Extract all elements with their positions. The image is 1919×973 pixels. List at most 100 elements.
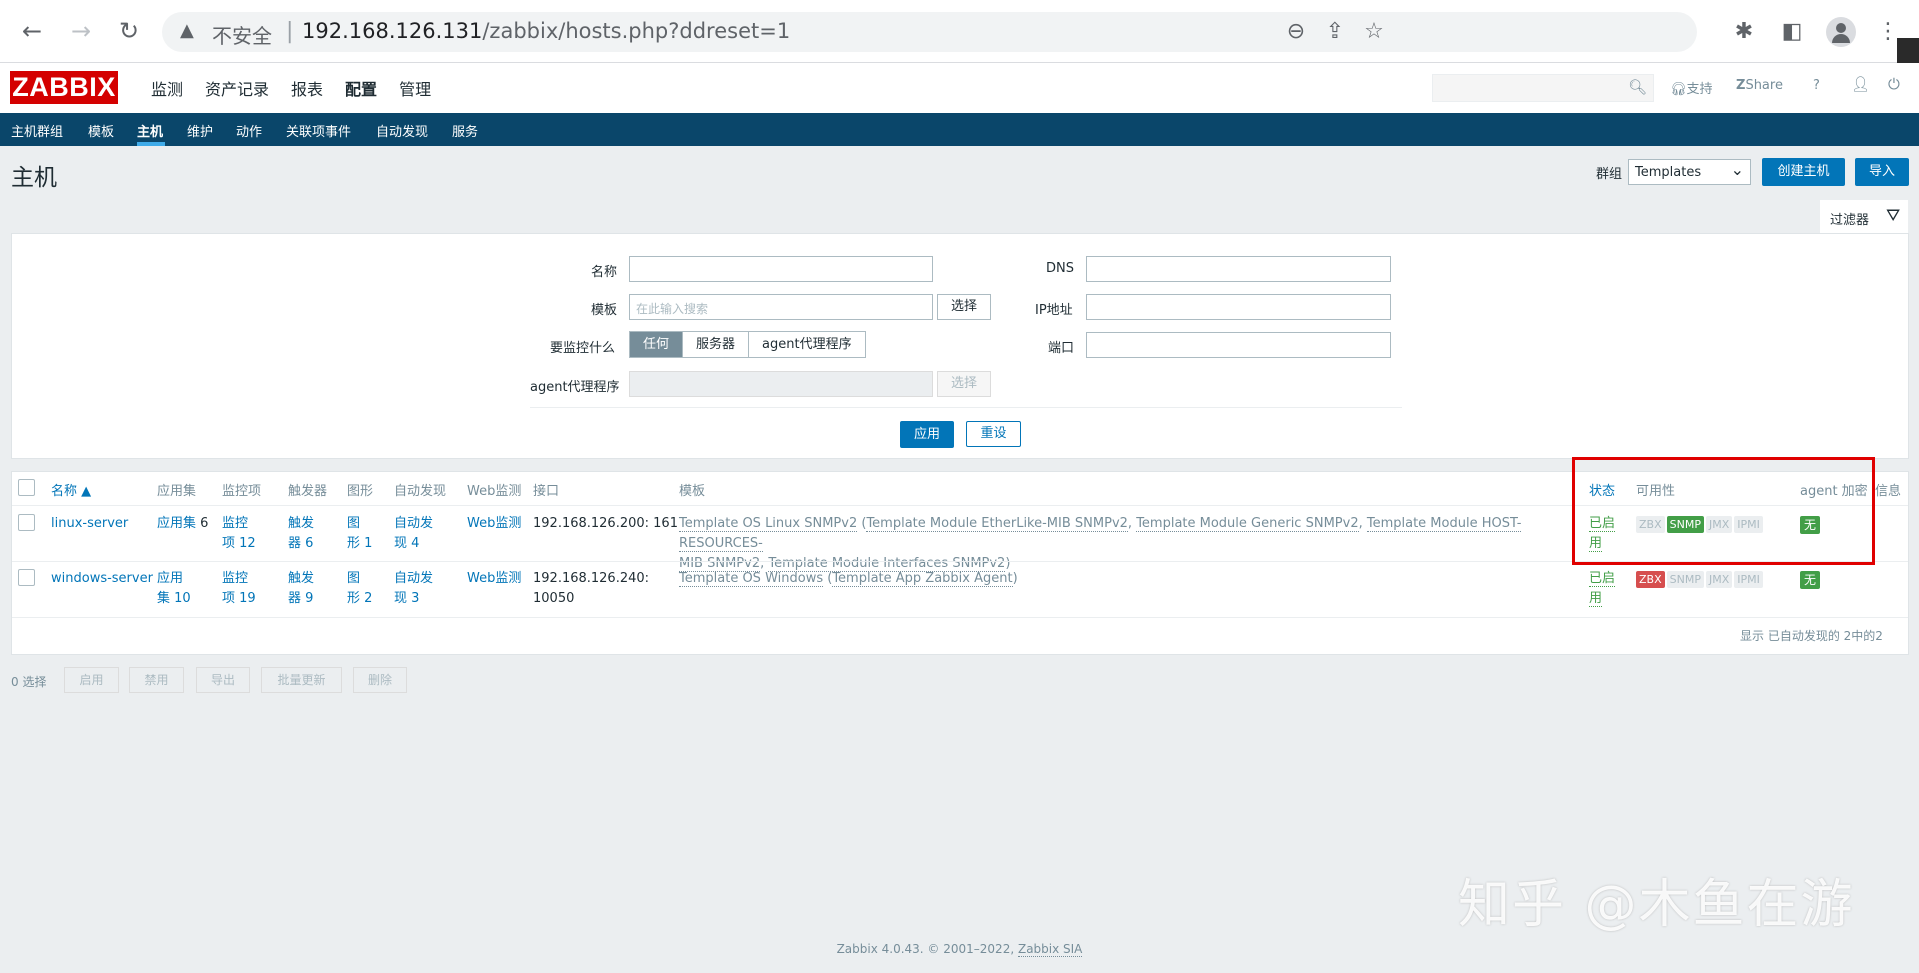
create-host-button[interactable]: 创建主机	[1762, 158, 1845, 186]
subnav-maintenance[interactable]: 维护	[187, 121, 213, 140]
status-line-1: 已启	[1589, 571, 1616, 587]
zoom-out-icon[interactable]: ⊖	[1282, 18, 1310, 46]
menu-monitoring[interactable]: 监测	[140, 76, 194, 100]
insecure-label[interactable]: 不安全	[212, 20, 272, 49]
web-link[interactable]: Web监测	[467, 514, 521, 534]
share-link[interactable]: ZShare	[1736, 78, 1783, 93]
template-link[interactable]: Template OS Linux SNMPv2	[679, 516, 858, 532]
filter-panel	[11, 233, 1909, 459]
subnav-discovery[interactable]: 自动发现	[376, 121, 428, 140]
discovery-line-2: 现 4	[394, 536, 420, 551]
col-items-header: 监控项	[222, 484, 262, 499]
reload-icon[interactable]: ↻	[114, 16, 144, 46]
items-link[interactable]: 监控项 19	[222, 569, 256, 609]
menu-reports[interactable]: 报表	[280, 76, 334, 100]
graphs-link[interactable]: 图形 1	[347, 514, 372, 554]
forward-icon[interactable]: →	[66, 16, 96, 46]
filter-tab[interactable]: 过滤器 ⛛	[1820, 200, 1908, 233]
discovery-link[interactable]: 自动发现 4	[394, 514, 433, 554]
subnav-correlation[interactable]: 关联项事件	[286, 121, 351, 140]
interface-line-1: 192.168.126.240:	[533, 571, 650, 586]
col-graphs-header: 图形	[347, 484, 374, 499]
filter-name-input[interactable]	[629, 256, 933, 282]
filter-port-input[interactable]	[1086, 332, 1391, 358]
items-link[interactable]: 监控项 12	[222, 514, 256, 554]
subnav-templates[interactable]: 模板	[88, 121, 114, 140]
row-checkbox[interactable]	[18, 569, 35, 586]
monitor-proxy-option[interactable]: agent代理程序	[749, 332, 865, 357]
triggers-line-1: 触发	[288, 571, 315, 586]
share-icon[interactable]: ⇪	[1321, 18, 1349, 46]
host-name-link[interactable]: linux-server	[51, 514, 128, 534]
menu-inventory[interactable]: 资产记录	[194, 76, 280, 100]
web-link[interactable]: Web监测	[467, 569, 521, 589]
triggers-link[interactable]: 触发器 6	[288, 514, 314, 554]
template-link[interactable]: Template Module Generic SNMPv2	[1136, 516, 1359, 532]
host-status[interactable]: 已启用	[1589, 569, 1616, 609]
select-all-checkbox[interactable]	[18, 479, 35, 496]
row-divider	[12, 617, 1908, 618]
subnav-actions[interactable]: 动作	[236, 121, 262, 140]
delete-button: 删除	[353, 667, 407, 693]
filter-dns-label: DNS	[1046, 261, 1074, 276]
filter-proxy-input	[629, 371, 933, 397]
url-text[interactable]: 192.168.126.131/zabbix/hosts.php?ddreset…	[302, 19, 790, 43]
sign-out-icon[interactable]: ⏻	[1888, 75, 1900, 93]
filter-proxy-label: agent代理程序	[530, 380, 620, 395]
reset-button[interactable]: 重设	[966, 421, 1021, 447]
search-icon[interactable]: 🔍︎	[1628, 78, 1647, 96]
filter-ip-input[interactable]	[1086, 294, 1391, 320]
host-name-link[interactable]: windows-server	[51, 569, 153, 589]
graphs-link[interactable]: 图形 2	[347, 569, 372, 609]
filter-template-input[interactable]: 在此输入搜索	[629, 294, 933, 320]
help-link[interactable]: ?	[1813, 78, 1820, 93]
col-name-header[interactable]: 名称 ▲	[51, 480, 91, 499]
apply-button[interactable]: 应用	[900, 421, 954, 448]
template-link[interactable]: Template OS Windows	[679, 571, 824, 587]
main-menu: 监测 资产记录 报表 配置 管理	[140, 76, 442, 100]
triggers-link[interactable]: 触发器 9	[288, 569, 314, 609]
subnav-host-groups[interactable]: 主机群组	[11, 121, 63, 140]
global-search-input[interactable]: 🔍︎	[1432, 74, 1654, 102]
import-button[interactable]: 导入	[1855, 158, 1909, 186]
extensions-icon[interactable]: ✱	[1730, 18, 1758, 46]
monitor-any-option[interactable]: 任何	[630, 332, 684, 357]
zabbix-logo[interactable]: ZABBIX	[10, 71, 118, 104]
active-tab-indicator	[137, 142, 165, 146]
warning-icon[interactable]: ▲	[180, 20, 194, 41]
group-select[interactable]: Templates	[1628, 159, 1751, 185]
zbx-badge: ZBX	[1636, 571, 1665, 588]
col-interface-header: 接口	[533, 484, 560, 499]
back-icon[interactable]: ←	[17, 16, 47, 46]
menu-administration[interactable]: 管理	[388, 76, 442, 100]
page-title: 主机	[11, 165, 57, 191]
user-profile-icon[interactable]: 👤︎	[1851, 75, 1870, 93]
side-panel-icon[interactable]: ◧	[1778, 18, 1806, 46]
bookmark-star-icon[interactable]: ☆	[1360, 18, 1388, 46]
apps-link[interactable]: 应用集	[157, 516, 196, 531]
subnav-hosts[interactable]: 主机	[137, 121, 163, 140]
template-select-button[interactable]: 选择	[937, 294, 991, 320]
discovery-link[interactable]: 自动发现 3	[394, 569, 433, 609]
graphs-line-1: 图	[347, 571, 361, 586]
subnav-services[interactable]: 服务	[452, 121, 478, 140]
profile-avatar[interactable]	[1826, 17, 1856, 47]
table-paging-info: 显示 已自动发现的 2中的2	[1740, 629, 1883, 643]
graphs-line-2: 形 2	[347, 591, 373, 606]
template-link[interactable]: Template App Zabbix Agent	[832, 571, 1013, 587]
template-link[interactable]: Template Module EtherLike-MIB SNMPv2	[866, 516, 1128, 532]
monitor-server-option[interactable]: 服务器	[683, 332, 750, 357]
apps-link[interactable]: 应用集 10	[157, 569, 191, 609]
interface-line-2: 10050	[533, 591, 575, 606]
menu-configuration[interactable]: 配置	[334, 76, 388, 100]
footer-text: Zabbix 4.0.43. © 2001–2022,	[836, 942, 1015, 956]
mass-update-button: 批量更新	[261, 667, 342, 693]
row-checkbox[interactable]	[18, 514, 35, 531]
address-bar[interactable]: ▲ 不安全 | 192.168.126.131/zabbix/hosts.php…	[162, 12, 1697, 52]
footer-link[interactable]: Zabbix SIA	[1017, 942, 1083, 957]
filter-dns-input[interactable]	[1086, 256, 1391, 282]
disable-button: 禁用	[129, 667, 184, 693]
support-link[interactable]: 🎧︎支持	[1670, 78, 1713, 97]
items-line-2: 项 19	[222, 591, 256, 606]
highlight-annotation-box	[1572, 457, 1875, 565]
